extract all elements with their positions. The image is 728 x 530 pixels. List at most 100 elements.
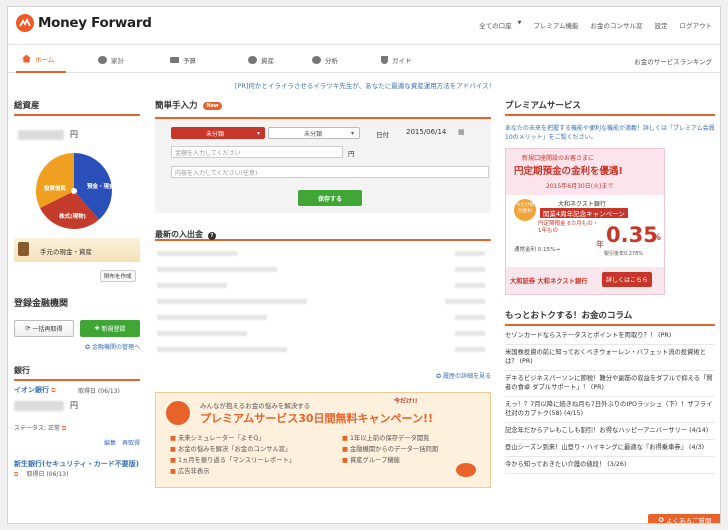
date-value[interactable]: 2015/06/14 bbox=[406, 128, 446, 136]
list-item[interactable]: 米国株投資の前に知っておくべきウォーレン・バフェット流の投資術とは？ (PR) bbox=[505, 345, 715, 371]
bank1-external-icon[interactable]: ⧉ bbox=[51, 387, 55, 394]
bank1-name[interactable]: イオン銀行 bbox=[14, 386, 49, 394]
manage-institutions-link[interactable]: ✪ 金融機関の管理へ bbox=[14, 342, 140, 351]
list-item[interactable]: えっ！？7月以降に続きね月も7日外ぶりのIPOラッシュ（下）！ザフライ社対のカブ… bbox=[505, 397, 715, 423]
premium-promo-banner[interactable]: みんなが抱えるお金の悩みを解決する 今だけ!! プレミアムサービス30日間無料キ… bbox=[155, 392, 491, 488]
quick-entry-header: 簡単手入力 New bbox=[155, 99, 491, 113]
promo-feature: ■ 未来シミュレーター「よそQ」 bbox=[170, 435, 265, 442]
category-main-select[interactable]: 未分類 ▾ bbox=[171, 127, 265, 139]
column-list: セゾンカードならステータスとポイントを両取り？！ (PR) 米国株投資の前に知っ… bbox=[505, 328, 715, 474]
piggy-bank-icon bbox=[98, 55, 107, 64]
list-item[interactable]: 記念年だからアレもこしも割引！お得なハッピーアニバーサリー (4/14) bbox=[505, 423, 715, 440]
quick-entry-title: 簡単手入力 bbox=[155, 101, 198, 111]
list-item[interactable]: 今から知っておきたい介護の値段！ (3/26) bbox=[505, 457, 715, 474]
coin-icon bbox=[248, 55, 257, 64]
registered-institutions-title: 登録金融機関 bbox=[14, 299, 69, 309]
bank-ad-banner[interactable]: 新規口座開設のお客さまに 円定期預金の金利を優遇! 2015年6月30日(火)ま… bbox=[505, 148, 665, 295]
logo-text: Money Forward bbox=[38, 15, 152, 31]
faq-button[interactable]: ✪ よくあるご質問 bbox=[648, 514, 720, 523]
tab-household[interactable]: 家計 bbox=[98, 46, 124, 73]
help-icon[interactable]: ? bbox=[207, 232, 216, 240]
logo-icon bbox=[16, 14, 34, 32]
bank2-external-icon[interactable]: ⧉ bbox=[14, 471, 18, 478]
list-item[interactable]: デキるビジネスパーソンに節税！難分や副筋の収益をダブルで抑える「賢者の食卓 ダブ… bbox=[505, 371, 715, 397]
bank2-name[interactable]: 新生銀行(セキュリティ・カード不要版) bbox=[14, 460, 139, 468]
recent-transactions-title: 最新の入出金 bbox=[155, 230, 203, 239]
ad-footer: 大和証券 大和ネクスト銀行 bbox=[510, 278, 588, 285]
money-column-title: もっとおトクする！お金のコラム bbox=[505, 309, 715, 326]
ad-line2: 円定期預金の金利を優遇! bbox=[514, 166, 623, 177]
logo[interactable]: Money Forward bbox=[16, 14, 152, 32]
wallet-icon bbox=[18, 242, 29, 256]
shield-icon bbox=[381, 55, 388, 64]
create-wallet-button[interactable]: 財布を作成 bbox=[100, 270, 136, 282]
recent-transactions-list bbox=[155, 241, 491, 371]
settings-link[interactable]: 設定 bbox=[655, 20, 668, 30]
bank1-status-label: ステータス: 正常 bbox=[14, 425, 60, 432]
premium-description-link[interactable]: あなたの未来を把握する機能や便利な機能が満載！詳しくは「プレミアム会員 10のメ… bbox=[505, 124, 715, 142]
all-accounts-link[interactable]: 全ての口座 bbox=[479, 20, 512, 30]
promo-features-left: ■ 未来シミュレーター「よそQ」 ■ お金の悩みを解決「お金のコンサル窓」 ■ … bbox=[170, 433, 295, 477]
history-detail-link[interactable]: ✪ 履歴の詳細を見る bbox=[155, 371, 491, 380]
bank1-status-icon: ⧉ bbox=[61, 425, 67, 432]
chevron-down-icon: ▾ bbox=[350, 129, 354, 137]
category-sub-select[interactable]: 未分類 ▾ bbox=[268, 127, 360, 139]
list-item[interactable]: 登山シーズン到来！山登り・ハイキングに最適な『お得乗車券』 (4/3) bbox=[505, 440, 715, 457]
pr-banner-link[interactable]: [PR]何かとイライラさせるイラツキ先生が、あなたに最適な資産運用方法をアドバイ… bbox=[8, 80, 720, 90]
tab-home[interactable]: ホーム bbox=[16, 46, 66, 73]
cash-row[interactable]: 手元の現金・資産 bbox=[14, 238, 140, 262]
institution-actions: ⟳ 一括再取得 ✚ 新規登録 bbox=[14, 320, 140, 340]
premium-link[interactable]: プレミアム機能 bbox=[533, 20, 578, 30]
ad-rate: 0.35 bbox=[606, 223, 658, 247]
piggy-bank-icon bbox=[456, 463, 476, 477]
tab-assets[interactable]: 資産 bbox=[248, 46, 274, 73]
content-input[interactable]: 内容を入力してください(任意) bbox=[171, 166, 489, 178]
bank1-row: イオン銀行 ⧉ 取得日 (06/13) bbox=[14, 385, 140, 395]
history-icon: ✪ bbox=[436, 373, 443, 380]
accounts-dropdown-icon[interactable]: ▼ bbox=[518, 20, 522, 30]
app-window: Money Forward 全ての口座 ▼ プレミアム機能 お金のコンサル窓 設… bbox=[7, 6, 721, 524]
ranking-link[interactable]: お金のサービスランキング bbox=[634, 56, 712, 66]
main-nav: ホーム 家計 予算 資産 分析 ガイド お金のサービスランキング bbox=[8, 46, 720, 73]
bank1-fetch-date: 取得日 (06/13) bbox=[78, 388, 120, 395]
bank1-refetch-link[interactable]: 再取得 bbox=[122, 440, 140, 447]
pie-chart-icon bbox=[312, 55, 321, 64]
tab-analysis[interactable]: 分析 bbox=[312, 46, 338, 73]
bank2-fetch-date: 取得日 (06/13) bbox=[26, 471, 69, 478]
bank1-balance-row: 円 bbox=[14, 399, 140, 415]
logout-link[interactable]: ログアウト bbox=[680, 20, 713, 30]
update-all-label: 一括再取得 bbox=[32, 326, 63, 333]
calendar-icon[interactable]: ▦ bbox=[458, 128, 465, 136]
update-all-button[interactable]: ⟳ 一括再取得 bbox=[14, 320, 74, 337]
manage-link-label: 金融機関の管理へ bbox=[91, 344, 140, 351]
tab-guide-label: ガイド bbox=[392, 56, 412, 65]
ad-base-rate: 通常金利 0.15%→ bbox=[514, 247, 560, 253]
consult-link[interactable]: お金のコンサル窓 bbox=[591, 20, 643, 30]
promo-title: プレミアムサービス30日間無料キャンペーン!! bbox=[200, 412, 434, 425]
ad-details-button[interactable]: 詳しくはこちら bbox=[602, 272, 653, 287]
ad-line1: 新規口座開設のお客さまに bbox=[522, 155, 595, 162]
promo-feature: ■ 1ヵ月を振り返る「マンスリーレポート」 bbox=[170, 457, 296, 464]
new-register-button[interactable]: ✚ 新規登録 bbox=[80, 320, 140, 337]
quick-entry-panel: 未分類 ▾ 未分類 ▾ 日付 2015/06/14 ▦ 金額を入力してください 円 … bbox=[155, 117, 491, 213]
home-icon bbox=[22, 54, 31, 63]
list-item[interactable]: セゾンカードならステータスとポイントを両取り？！ (PR) bbox=[505, 328, 715, 345]
new-register-label: 新規登録 bbox=[101, 326, 126, 333]
ad-term: 円定期預金 6カ月もの・1年もの bbox=[538, 221, 599, 234]
amount-unit: 円 bbox=[348, 150, 355, 158]
recent-transactions-header: 最新の入出金 ? bbox=[155, 229, 491, 241]
amount-input[interactable]: 金額を入力してください bbox=[171, 146, 343, 158]
wallet-actions: 財布を作成 bbox=[14, 270, 140, 282]
tab-budget[interactable]: 予算 bbox=[170, 46, 196, 73]
save-button[interactable]: 保存する bbox=[298, 190, 362, 206]
promo-crown-icon bbox=[166, 401, 190, 425]
top-links: 全ての口座 ▼ プレミアム機能 お金のコンサル窓 設定 ログアウト bbox=[467, 20, 712, 30]
plus-icon: ✚ bbox=[94, 325, 100, 332]
bank1-edit-link[interactable]: 編集 bbox=[104, 440, 116, 447]
category-main-label: 未分類 bbox=[206, 130, 225, 138]
promo-feature: ■ 資産グループ機能 bbox=[342, 457, 400, 464]
promo-subtitle: みんなが抱えるお金の悩みを解決する bbox=[200, 402, 311, 410]
promo-feature: ■ お金の悩みを解決「お金のコンサル窓」 bbox=[170, 446, 292, 453]
tab-guide[interactable]: ガイド bbox=[381, 46, 412, 73]
cash-label: 手元の現金・資産 bbox=[40, 248, 92, 256]
